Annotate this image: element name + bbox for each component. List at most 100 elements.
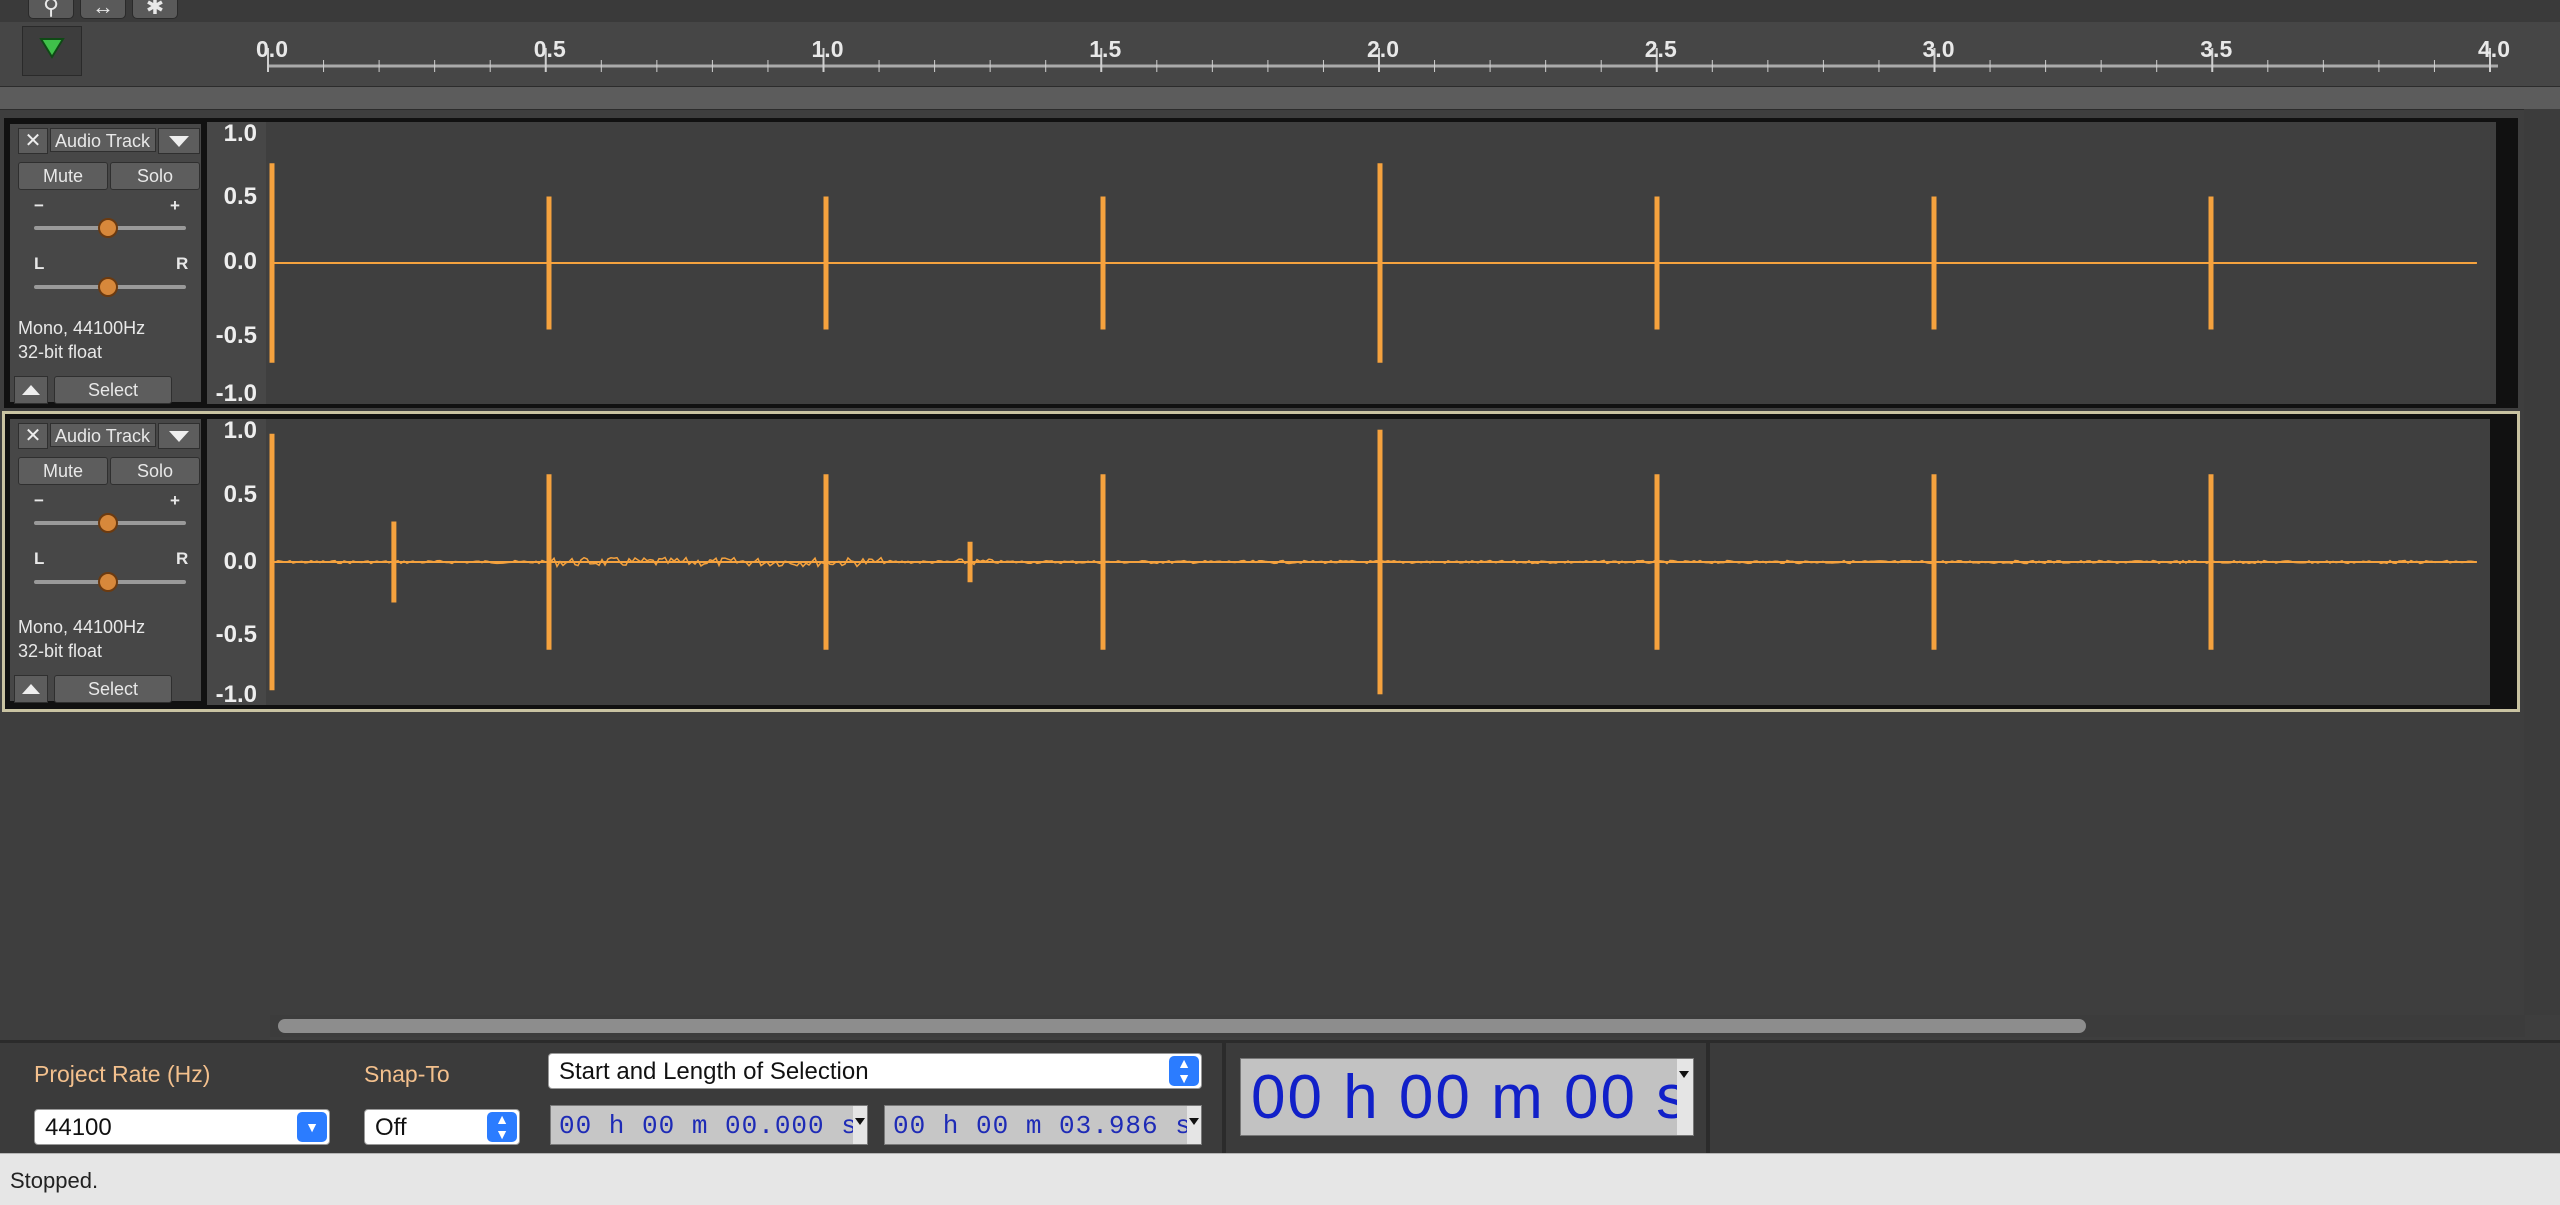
- waveform-click: [1377, 429, 1383, 695]
- y-label: -1.0: [215, 380, 257, 407]
- status-bar: Stopped.: [0, 1153, 2560, 1205]
- collapse-track-icon[interactable]: [14, 376, 48, 404]
- selection-start-time[interactable]: 00 h 00 m 00.000 s: [550, 1105, 868, 1145]
- track-control-panel: ✕ Audio Track Mute Solo − + L R Mono, 44…: [10, 124, 201, 404]
- gain-minus-label: −: [34, 491, 44, 510]
- ruler-time-label: 4.0: [2478, 36, 2510, 62]
- ruler-time-label: 0.0: [256, 36, 288, 62]
- gain-slider-thumb[interactable]: [98, 513, 118, 533]
- selection-length-value: 00 h 00 m 03.986 s: [893, 1111, 1192, 1141]
- time-format-menu-icon[interactable]: [1187, 1106, 1201, 1144]
- pan-right-label: R: [176, 549, 189, 568]
- track-name-button[interactable]: Audio Track: [50, 423, 156, 447]
- project-rate-value: 44100: [45, 1114, 112, 1141]
- waveform-click: [1100, 474, 1106, 650]
- select-track-button[interactable]: Select: [54, 376, 172, 404]
- waveform-click: [269, 433, 275, 691]
- pan-slider-thumb[interactable]: [98, 572, 118, 592]
- mute-button[interactable]: Mute: [18, 457, 108, 485]
- track-name-button[interactable]: Audio Track: [50, 128, 156, 152]
- snap-to-value: Off: [375, 1114, 407, 1141]
- ruler-time-label: 3.5: [2200, 36, 2233, 62]
- waveform-click: [967, 541, 973, 583]
- waveform-click: [1931, 474, 1937, 650]
- pan-left-label: L: [34, 549, 45, 568]
- time-format-menu-icon[interactable]: [853, 1106, 867, 1144]
- ruler-time-label: 2.5: [1644, 36, 1677, 62]
- y-label: -1.0: [215, 681, 257, 708]
- track-menu-chevron-down-icon[interactable]: [158, 128, 200, 154]
- track-format-info: Mono, 44100Hz: [18, 617, 146, 637]
- amplitude-ruler: 1.0 0.5 0.0 -0.5 -1.0: [207, 417, 267, 708]
- track-sample-format-info: 32-bit float: [18, 641, 103, 661]
- track-control-panel: ✕ Audio Track Mute Solo − + L R Mono, 44…: [10, 419, 201, 703]
- track-menu-chevron-down-icon[interactable]: [158, 423, 200, 449]
- snap-to-select[interactable]: Off ▲ ▼: [364, 1109, 520, 1145]
- y-label: 0.0: [223, 548, 257, 575]
- solo-button[interactable]: Solo: [110, 457, 200, 485]
- updown-arrows-icon[interactable]: ▲ ▼: [1169, 1056, 1199, 1086]
- multi-tool-icon[interactable]: ✱: [132, 0, 178, 19]
- close-track-button[interactable]: ✕: [18, 423, 48, 449]
- ruler-time-label: 0.5: [533, 36, 566, 62]
- gain-plus-label: +: [170, 491, 180, 510]
- audio-track-2: ✕ Audio Track Mute Solo − + L R Mono, 44…: [2, 411, 2520, 712]
- time-format-menu-icon[interactable]: [1677, 1059, 1693, 1135]
- waveform-click: [823, 474, 829, 650]
- selection-mode-select[interactable]: Start and Length of Selection ▲ ▼: [548, 1053, 1202, 1089]
- waveform: [269, 163, 2477, 363]
- vertical-scrollbar[interactable]: [2524, 109, 2560, 1015]
- waveform-area[interactable]: [266, 122, 2496, 404]
- solo-button[interactable]: Solo: [110, 162, 200, 190]
- collapse-track-icon[interactable]: [14, 675, 48, 703]
- project-rate-combo[interactable]: 44100 ▼: [34, 1109, 330, 1145]
- status-text: Stopped.: [10, 1168, 99, 1193]
- waveform-click: [2208, 474, 2214, 650]
- ruler-time-label: 1.0: [811, 36, 844, 62]
- ruler-time-label: 2.0: [1367, 36, 1399, 62]
- track-format-info: Mono, 44100Hz: [18, 318, 146, 338]
- timeshift-tool-icon[interactable]: ↔: [80, 0, 126, 19]
- ruler-time-label: 3.0: [1922, 36, 1955, 62]
- waveform-click: [391, 521, 397, 603]
- waveform-click: [546, 474, 552, 650]
- close-track-button[interactable]: ✕: [18, 128, 48, 154]
- toolbar-divider: [1706, 1043, 1710, 1153]
- gain-slider-thumb[interactable]: [98, 218, 118, 238]
- chevron-down-icon[interactable]: ▼: [297, 1112, 327, 1142]
- y-label: -0.5: [215, 621, 257, 648]
- waveform: [269, 429, 2477, 695]
- mute-button[interactable]: Mute: [18, 162, 108, 190]
- y-label: -0.5: [215, 322, 257, 349]
- zoom-tool-icon[interactable]: ⚲: [28, 0, 74, 19]
- toolbar-divider: [1222, 1043, 1226, 1153]
- audio-position-value: 00 h 00 m 00 s: [1251, 1063, 1690, 1132]
- waveform-click: [1654, 474, 1660, 650]
- waveform-click: [1377, 163, 1383, 363]
- waveform-click: [269, 163, 275, 363]
- gain-plus-label: +: [170, 196, 180, 215]
- horizontal-scrollbar-thumb[interactable]: [278, 1019, 2086, 1033]
- y-label: 1.0: [223, 120, 257, 147]
- ruler-timeline-bar: [0, 86, 2560, 110]
- y-label: 0.5: [223, 183, 257, 210]
- gain-minus-label: −: [34, 196, 44, 215]
- audio-track-1: ✕ Audio Track Mute Solo − + L R Mono, 44…: [4, 118, 2518, 408]
- waveform-click: [546, 196, 552, 330]
- ruler-scale: [267, 48, 2498, 72]
- amplitude-ruler: 1.0 0.5 0.0 -0.5 -1.0: [207, 120, 267, 407]
- updown-arrows-icon[interactable]: ▲ ▼: [487, 1112, 517, 1142]
- select-track-button[interactable]: Select: [54, 675, 172, 703]
- pan-left-label: L: [34, 254, 45, 273]
- waveform-click: [1654, 196, 1660, 330]
- pan-slider-thumb[interactable]: [98, 277, 118, 297]
- waveform-click: [1100, 196, 1106, 330]
- pan-right-label: R: [176, 254, 189, 273]
- selection-start-value: 00 h 00 m 00.000 s: [559, 1111, 858, 1141]
- waveform-area[interactable]: [266, 419, 2490, 705]
- audio-position-display[interactable]: 00 h 00 m 00 s: [1240, 1058, 1694, 1136]
- selection-length-time[interactable]: 00 h 00 m 03.986 s: [884, 1105, 1202, 1145]
- project-rate-label: Project Rate (Hz): [34, 1061, 211, 1087]
- selection-mode-value: Start and Length of Selection: [559, 1058, 869, 1085]
- waveform-click: [823, 196, 829, 330]
